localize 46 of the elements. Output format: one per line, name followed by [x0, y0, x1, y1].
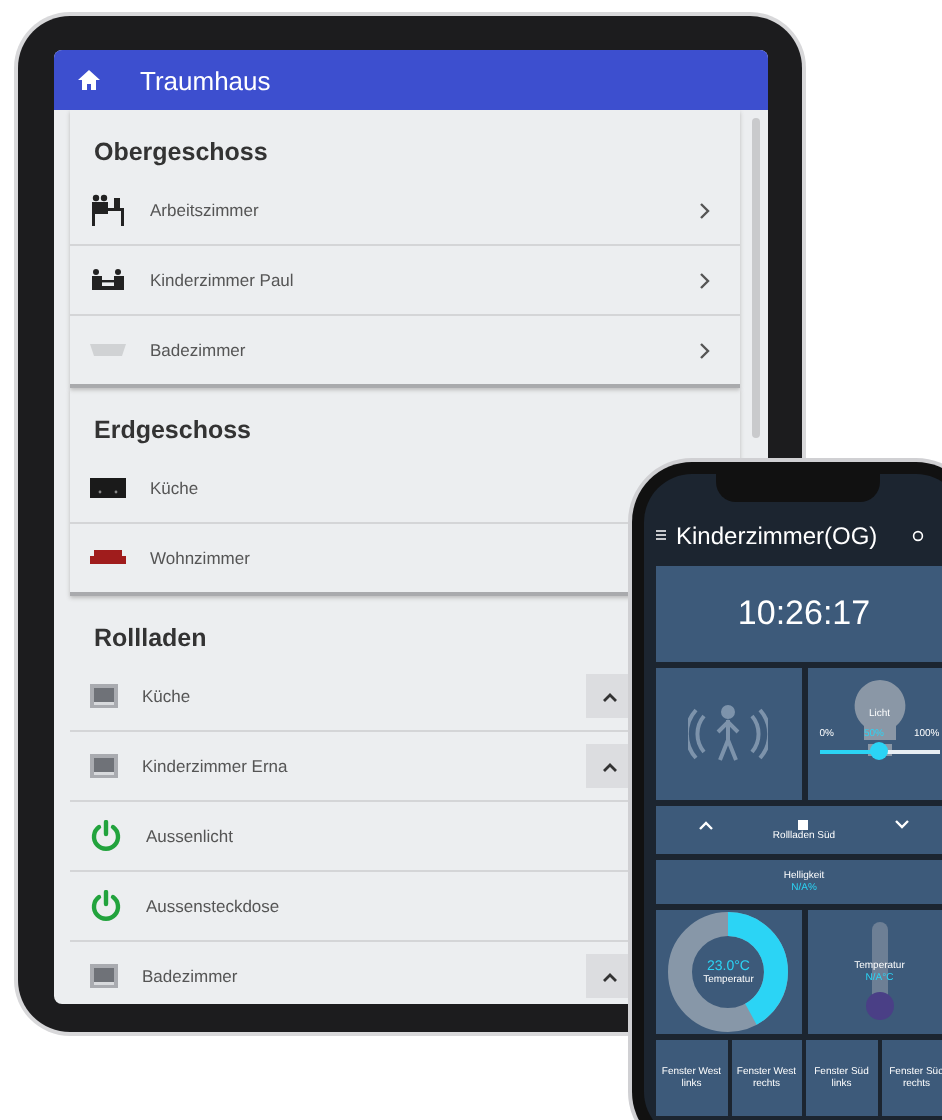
refresh-icon[interactable] — [911, 529, 924, 541]
window-shutter-icon — [90, 684, 118, 708]
room-row[interactable]: Kinderzimmer Paul — [70, 246, 740, 316]
chevron-right-icon[interactable] — [698, 341, 712, 359]
desk-icon — [90, 194, 126, 226]
caret-up-icon — [602, 691, 618, 701]
row-label: Aussensteckdose — [146, 896, 282, 916]
section-heading: Rollladen — [92, 622, 209, 656]
menu-icon[interactable] — [656, 530, 666, 540]
clock-time: 10:26:17 — [737, 594, 871, 634]
section-heading: Erdgeschoss — [92, 414, 254, 448]
row-label: Aussenlicht — [146, 826, 235, 846]
chevron-right-icon[interactable] — [698, 201, 712, 219]
power-icon — [90, 820, 122, 852]
power-icon — [90, 890, 122, 922]
chevron-up-icon[interactable] — [698, 819, 715, 829]
stove-icon — [90, 478, 126, 498]
app-title: Traumhaus — [140, 65, 271, 95]
stop-icon[interactable] — [798, 819, 809, 829]
window-shutter-icon — [90, 964, 118, 988]
scrollbar[interactable] — [752, 118, 760, 438]
light-slider[interactable] — [819, 742, 940, 760]
row-label: Kinderzimmer Erna — [142, 756, 290, 776]
row-label: Küche — [142, 686, 193, 706]
caret-up-icon — [602, 761, 618, 771]
chevron-right-icon[interactable] — [698, 271, 712, 289]
row-label: Badezimmer — [142, 966, 240, 986]
room-row[interactable]: Küche — [70, 454, 634, 524]
window-shutter-icon — [90, 754, 118, 778]
row-label: Kinderzimmer Paul — [150, 270, 296, 290]
home-icon[interactable] — [78, 70, 100, 90]
children-icon — [90, 268, 126, 292]
room-row[interactable]: Badezimmer — [70, 942, 634, 1004]
sofa-icon — [90, 550, 126, 566]
section-heading: Obergeschoss — [92, 136, 270, 170]
chevron-down-icon[interactable] — [893, 819, 910, 829]
row-label: Küche — [150, 478, 201, 498]
row-label: Arbeitszimmer — [150, 200, 261, 220]
row-label: Wohnzimmer — [150, 548, 252, 568]
room-row[interactable]: Badezimmer — [70, 316, 740, 384]
phone-title: Kinderzimmer(OG) — [676, 521, 878, 549]
row-label: Badezimmer — [150, 340, 248, 360]
bathtub-icon — [90, 342, 126, 358]
room-row[interactable]: Arbeitszimmer — [70, 176, 740, 246]
caret-up-icon — [602, 971, 618, 981]
room-row[interactable]: Wohnzimmer — [70, 524, 634, 592]
